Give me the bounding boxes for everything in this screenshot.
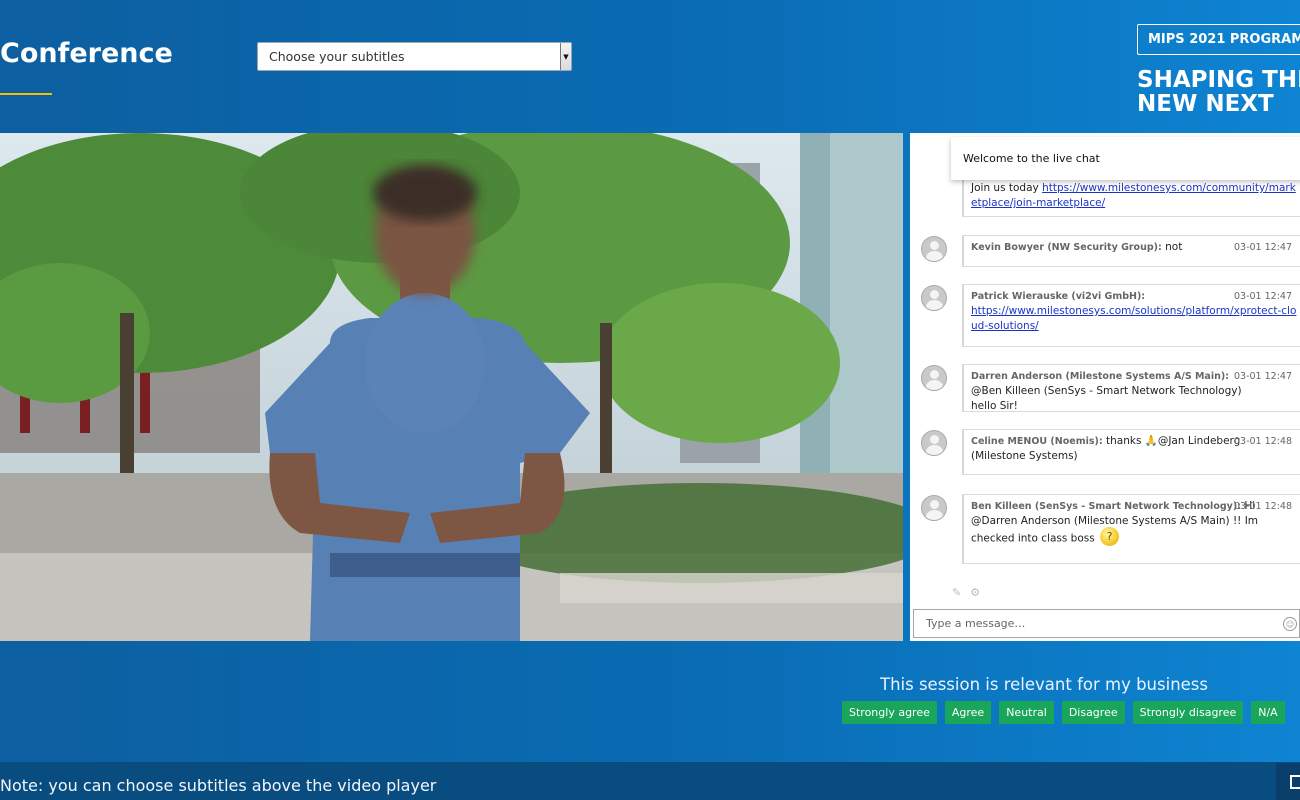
chat-message: Ben Killeen (SenSys - Smart Network Tech… — [962, 494, 1300, 564]
chat-message-sender: Celine MENOU (Noemis): — [971, 436, 1103, 447]
survey-option-agree[interactable]: Agree — [944, 701, 992, 724]
chat-message: Celine MENOU (Noemis): thanks 🙏@Jan Lind… — [962, 429, 1300, 475]
chat-message-sender: Darren Anderson (Milestone Systems A/S M… — [971, 371, 1229, 382]
chat-input-placeholder: Type a message… — [926, 617, 1026, 630]
emoji-icon[interactable]: ☺ — [1283, 617, 1297, 631]
chat-message: Kevin Bowyer (NW Security Group): not 03… — [962, 235, 1300, 267]
fullscreen-icon — [1290, 775, 1300, 789]
slogan-line-2: NEW NEXT — [1137, 91, 1274, 117]
chat-message-time: 03-01 12:47 — [1233, 242, 1292, 253]
pin-icon[interactable]: ✎ — [952, 586, 961, 599]
slogan-line-1: SHAPING THE — [1137, 67, 1300, 93]
folded-hands-icon: 🙏 — [1144, 435, 1158, 447]
chat-message-time: 03-01 12:47 — [1233, 371, 1292, 382]
survey-option-na[interactable]: N/A — [1251, 701, 1285, 724]
thinking-smiley-icon: ? — [1100, 527, 1120, 546]
chat-message-sender: Ben Killeen (SenSys - Smart Network Tech… — [971, 501, 1241, 512]
chat-message-link[interactable]: https://www.milestonesys.com/solutions/p… — [971, 305, 1296, 332]
video-player[interactable] — [0, 133, 903, 641]
subtitles-select[interactable]: Choose your subtitles ▼ — [257, 42, 572, 71]
survey-question: This session is relevant for my business — [880, 675, 1208, 694]
footer-note: Note: you can choose subtitles above the… — [0, 776, 437, 795]
chat-message-text: Join us today — [971, 182, 1043, 194]
chat-message-text: thanks — [1106, 435, 1145, 447]
user-avatar-icon — [921, 285, 947, 311]
fullscreen-button[interactable] — [1276, 763, 1300, 800]
subtitles-select-value: Choose your subtitles — [269, 49, 405, 64]
chat-message-input[interactable]: Type a message… ☺ — [913, 609, 1300, 638]
gear-icon[interactable]: ⚙ — [970, 586, 980, 599]
chat-message: Darren Anderson (Milestone Systems A/S M… — [962, 364, 1300, 412]
chat-message-text: @Ben Killeen (SenSys - Smart Network Tec… — [971, 385, 1242, 412]
video-frame-image — [0, 133, 903, 641]
chat-message-time: 03-01 12:47 — [1233, 291, 1292, 302]
chat-welcome-banner: Welcome to the live chat — [951, 137, 1300, 180]
chat-tools: ✎ ⚙ — [952, 586, 980, 599]
user-avatar-icon — [921, 236, 947, 262]
page-title: Conference — [0, 38, 173, 69]
program-button[interactable]: MIPS 2021 PROGRAM — [1137, 24, 1300, 55]
chevron-down-icon[interactable]: ▼ — [560, 43, 571, 70]
chat-message-text: not — [1165, 241, 1183, 253]
chat-message-time: 03-01 12:48 — [1233, 501, 1292, 512]
survey-options: Strongly agree Agree Neutral Disagree St… — [842, 701, 1285, 724]
title-underline — [0, 93, 52, 95]
survey-option-disagree[interactable]: Disagree — [1061, 701, 1125, 724]
slogan: SHAPING THE NEW NEXT — [1137, 68, 1300, 116]
chat-message-time: 03-01 12:48 — [1233, 436, 1292, 447]
user-avatar-icon — [921, 365, 947, 391]
survey-option-strongly-disagree[interactable]: Strongly disagree — [1132, 701, 1244, 724]
chat-message: Join us today https://www.milestonesys.c… — [962, 177, 1300, 217]
survey-option-strongly-agree[interactable]: Strongly agree — [842, 701, 937, 724]
user-avatar-icon — [921, 430, 947, 456]
survey-option-neutral[interactable]: Neutral — [999, 701, 1054, 724]
user-avatar-icon — [921, 495, 947, 521]
chat-message: Patrick Wierauske (vi2vi GmbH): https://… — [962, 284, 1300, 347]
live-chat-panel: Welcome to the live chat Join us today h… — [910, 133, 1300, 641]
chat-message-sender: Kevin Bowyer (NW Security Group): — [971, 242, 1162, 253]
